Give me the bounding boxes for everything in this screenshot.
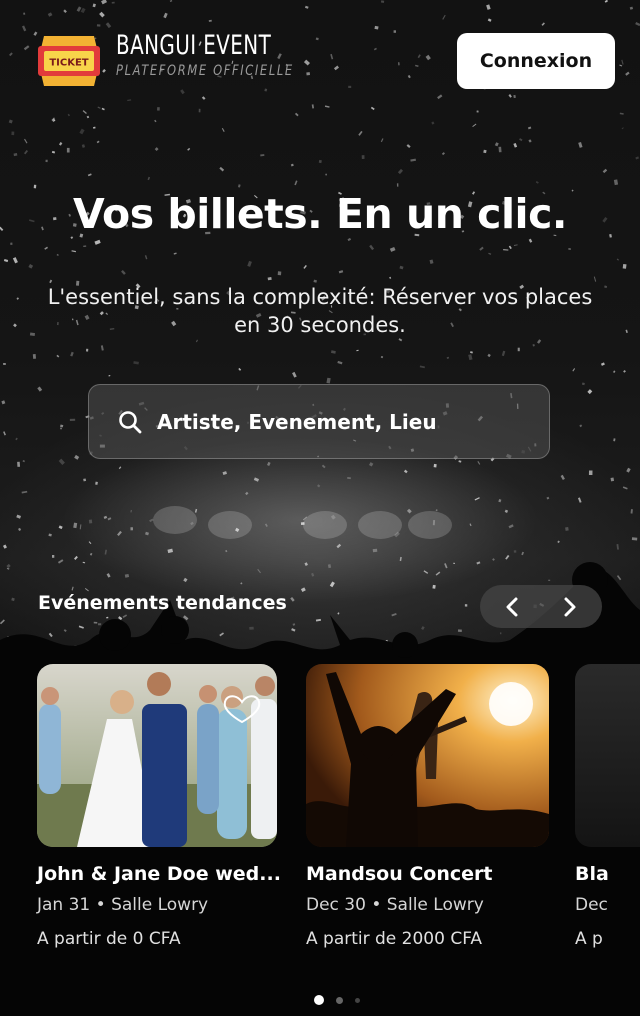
- logo-text: TICKET: [49, 58, 88, 69]
- search-input[interactable]: Artiste, Evenement, Lieu: [157, 410, 437, 434]
- login-button[interactable]: Connexion: [457, 33, 615, 89]
- event-image[interactable]: [575, 664, 640, 847]
- section-title-trending: Evénements tendances: [38, 592, 287, 614]
- carousel-pagination: [314, 995, 360, 1005]
- chevron-left-icon[interactable]: [500, 594, 526, 620]
- ticket-logo[interactable]: TICKET: [34, 32, 104, 90]
- event-meta: Dec 30 • Salle Lowry: [306, 895, 484, 915]
- event-price: A p: [575, 929, 603, 949]
- event-card[interactable]: John & Jane Doe wed... Jan 31 • Salle Lo…: [37, 664, 281, 949]
- hero-subtitle: L'essentiel, sans la complexité: Réserve…: [47, 285, 593, 337]
- event-card[interactable]: Mandsou Concert Dec 30 • Salle Lowry A p…: [306, 664, 549, 949]
- event-title: Mandsou Concert: [306, 863, 493, 885]
- search-bar[interactable]: Artiste, Evenement, Lieu: [88, 384, 550, 459]
- event-title: John & Jane Doe wed...: [37, 863, 281, 885]
- event-card[interactable]: Bla Dec A p: [575, 664, 640, 949]
- brand: BANGUI EVENT PLATEFORME OFFICIELLE: [116, 30, 333, 79]
- event-image-concert[interactable]: [306, 664, 549, 847]
- pagination-dot[interactable]: [355, 997, 360, 1003]
- event-price: A partir de 0 CFA: [37, 929, 181, 949]
- hero-title: Vos billets. En un clic.: [73, 190, 567, 238]
- event-image-wedding[interactable]: [37, 664, 277, 847]
- search-icon: [117, 409, 143, 435]
- event-meta: Dec: [575, 895, 608, 915]
- pagination-dot-active[interactable]: [314, 995, 324, 1005]
- carousel-nav: [480, 585, 602, 628]
- event-meta: Jan 31 • Salle Lowry: [37, 895, 209, 915]
- event-price: A partir de 2000 CFA: [306, 929, 483, 949]
- chevron-right-icon[interactable]: [556, 594, 582, 620]
- brand-tagline: PLATEFORME OFFICIELLE: [116, 63, 294, 79]
- brand-name: BANGUI EVENT: [116, 30, 272, 61]
- pagination-dot[interactable]: [336, 996, 343, 1004]
- event-title: Bla: [575, 863, 609, 885]
